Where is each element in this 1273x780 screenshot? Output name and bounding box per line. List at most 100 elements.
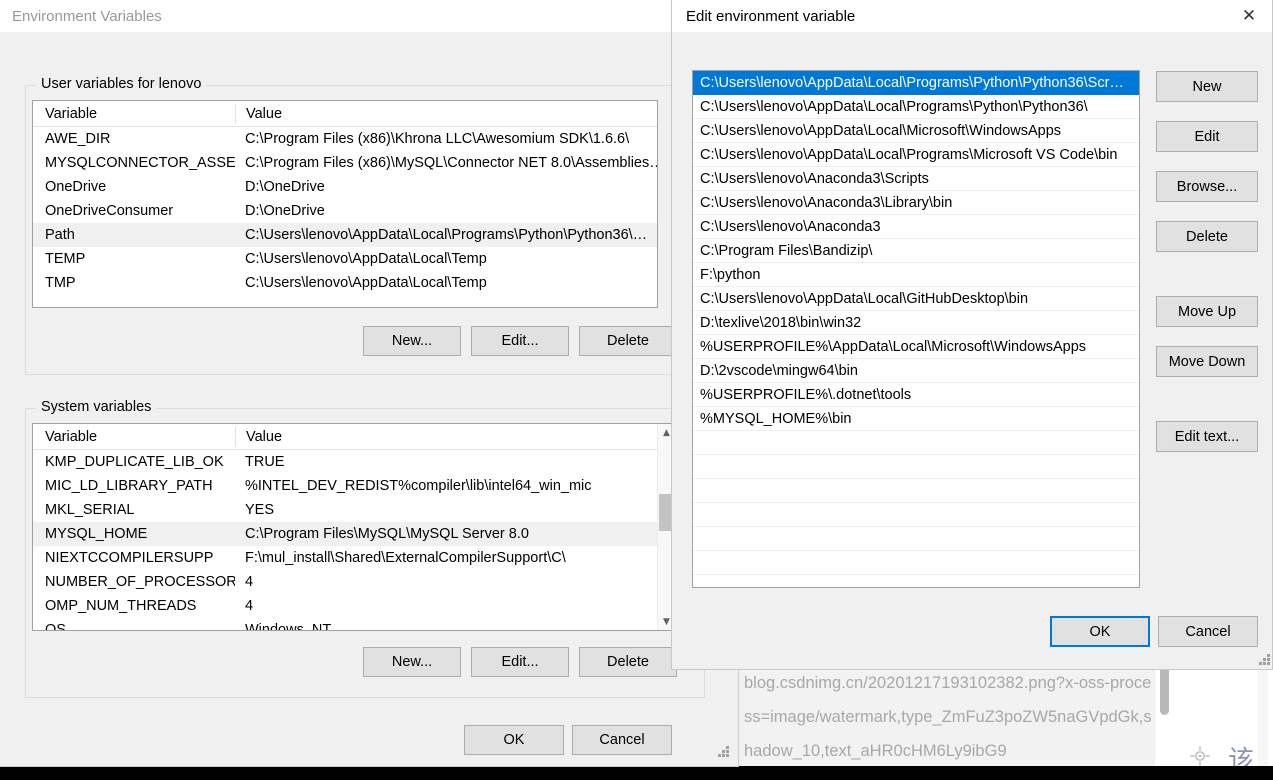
system-variables-group-label: System variables xyxy=(36,399,157,415)
cell-variable: MKL_SERIAL xyxy=(45,502,135,518)
cell-value: C:\Program Files\MySQL\MySQL Server 8.0 xyxy=(245,526,529,542)
list-item-empty[interactable] xyxy=(693,455,1139,479)
table-row[interactable]: MKL_SERIAL YES xyxy=(33,498,674,522)
user-variables-group-label: User variables for lenovo xyxy=(36,76,207,92)
list-item-empty[interactable] xyxy=(693,431,1139,455)
cell-value: Windows_NT xyxy=(245,622,332,631)
table-row[interactable]: OS Windows_NT xyxy=(33,618,674,631)
list-item[interactable]: C:\Users\lenovo\AppData\Local\Programs\P… xyxy=(693,95,1139,119)
list-item[interactable]: %MYSQL_HOME%\bin xyxy=(693,407,1139,431)
system-edit-button[interactable]: Edit... xyxy=(471,647,569,677)
cell-value: %INTEL_DEV_REDIST%compiler\lib\intel64_w… xyxy=(245,478,592,494)
cell-value: TRUE xyxy=(245,454,285,470)
system-variables-list[interactable]: Variable Value KMP_DUPLICATE_LIB_OK TRUE… xyxy=(32,423,675,631)
edit-dialog-resize-grip[interactable] xyxy=(1257,652,1271,666)
system-col-variable[interactable]: Variable xyxy=(33,429,235,445)
list-item-selected[interactable]: C:\Users\lenovo\AppData\Local\Programs\P… xyxy=(693,71,1139,95)
path-entries-list[interactable]: C:\Users\lenovo\AppData\Local\Programs\P… xyxy=(692,70,1140,588)
cell-value: C:\Program Files (x86)\MySQL\Connector N… xyxy=(245,155,657,171)
cell-value: D:\OneDrive xyxy=(245,203,325,219)
path-move-up-button[interactable]: Move Up xyxy=(1156,296,1258,327)
env-window-titlebar: Environment Variables xyxy=(0,0,738,32)
cell-value: F:\mul_install\Shared\ExternalCompilerSu… xyxy=(245,550,566,566)
edit-dialog-ok-button[interactable]: OK xyxy=(1050,616,1150,647)
edit-dialog-titlebar: Edit environment variable ✕ xyxy=(672,0,1272,32)
crosshair-icon xyxy=(1190,746,1210,766)
list-item[interactable]: C:\Users\lenovo\AppData\Local\GitHubDesk… xyxy=(693,287,1139,311)
path-delete-button[interactable]: Delete xyxy=(1156,221,1258,252)
cell-variable: NIEXTCCOMPILERSUPP xyxy=(45,550,214,566)
edit-environment-variable-dialog: Edit environment variable ✕ C:\Users\len… xyxy=(671,0,1273,670)
cell-variable: OS xyxy=(45,622,66,631)
table-row-selected[interactable]: MYSQL_HOME C:\Program Files\MySQL\MySQL … xyxy=(33,522,674,546)
table-row[interactable]: KMP_DUPLICATE_LIB_OK TRUE xyxy=(33,450,674,474)
edit-dialog-cancel-button[interactable]: Cancel xyxy=(1158,616,1258,647)
list-item[interactable]: C:\Users\lenovo\AppData\Local\Microsoft\… xyxy=(693,119,1139,143)
environment-variables-window: Environment Variables User variables for… xyxy=(0,0,739,767)
cell-variable: OMP_NUM_THREADS xyxy=(45,598,197,614)
user-col-variable[interactable]: Variable xyxy=(33,106,235,122)
cell-value: D:\OneDrive xyxy=(245,179,325,195)
table-row[interactable]: NIEXTCCOMPILERSUPP F:\mul_install\Shared… xyxy=(33,546,674,570)
system-new-button[interactable]: New... xyxy=(363,647,461,677)
system-delete-button[interactable]: Delete xyxy=(579,647,677,677)
cell-variable: NUMBER_OF_PROCESSORS xyxy=(45,574,235,590)
background-bottom-bar xyxy=(0,766,1273,780)
list-item[interactable]: C:\Users\lenovo\AppData\Local\Programs\M… xyxy=(693,143,1139,167)
list-item[interactable]: C:\Users\lenovo\Anaconda3\Library\bin xyxy=(693,191,1139,215)
cell-variable: TEMP xyxy=(45,251,86,267)
list-item[interactable]: %USERPROFILE%\AppData\Local\Microsoft\Wi… xyxy=(693,335,1139,359)
list-item-empty[interactable] xyxy=(693,527,1139,551)
path-edit-text-button[interactable]: Edit text... xyxy=(1156,421,1258,452)
system-col-value[interactable]: Value xyxy=(235,426,674,447)
cell-variable: OneDrive xyxy=(45,179,107,195)
cell-value: YES xyxy=(245,502,275,518)
user-edit-button[interactable]: Edit... xyxy=(471,326,569,356)
table-row-selected[interactable]: Path C:\Users\lenovo\AppData\Local\Progr… xyxy=(33,223,657,247)
edit-dialog-title: Edit environment variable xyxy=(686,7,856,25)
list-item[interactable]: C:\Users\lenovo\Anaconda3\Scripts xyxy=(693,167,1139,191)
table-row[interactable]: NUMBER_OF_PROCESSORS 4 xyxy=(33,570,674,594)
table-row[interactable]: MYSQLCONNECTOR_ASSE… C:\Program Files (x… xyxy=(33,151,657,175)
list-item[interactable]: C:\Users\lenovo\Anaconda3 xyxy=(693,215,1139,239)
table-row[interactable]: TMP C:\Users\lenovo\AppData\Local\Temp xyxy=(33,271,657,295)
list-item-empty[interactable] xyxy=(693,479,1139,503)
user-col-value[interactable]: Value xyxy=(235,103,657,124)
cell-value: C:\Users\lenovo\AppData\Local\Temp xyxy=(245,275,487,291)
env-resize-grip[interactable] xyxy=(716,744,730,758)
close-icon[interactable]: ✕ xyxy=(1226,0,1272,32)
path-browse-button[interactable]: Browse... xyxy=(1156,171,1258,202)
background-scrollbar-thumb[interactable] xyxy=(1160,667,1169,715)
cell-variable: KMP_DUPLICATE_LIB_OK xyxy=(45,454,224,470)
cell-variable: MIC_LD_LIBRARY_PATH xyxy=(45,478,213,494)
table-row[interactable]: OneDriveConsumer D:\OneDrive xyxy=(33,199,657,223)
user-variables-list[interactable]: Variable Value AWE_DIR C:\Program Files … xyxy=(32,100,658,308)
path-move-down-button[interactable]: Move Down xyxy=(1156,346,1258,377)
cell-variable: MYSQL_HOME xyxy=(45,526,148,542)
cell-value: C:\Program Files (x86)\Khrona LLC\Awesom… xyxy=(245,131,630,147)
system-variables-header: Variable Value xyxy=(33,424,674,450)
cell-variable: Path xyxy=(45,227,75,243)
env-cancel-button[interactable]: Cancel xyxy=(572,725,672,755)
cell-variable: AWE_DIR xyxy=(45,131,111,147)
table-row[interactable]: AWE_DIR C:\Program Files (x86)\Khrona LL… xyxy=(33,127,657,151)
list-item[interactable]: C:\Program Files\Bandizip\ xyxy=(693,239,1139,263)
user-new-button[interactable]: New... xyxy=(363,326,461,356)
path-edit-button[interactable]: Edit xyxy=(1156,121,1258,152)
table-row[interactable]: MIC_LD_LIBRARY_PATH %INTEL_DEV_REDIST%co… xyxy=(33,474,674,498)
list-item[interactable]: F:\python xyxy=(693,263,1139,287)
table-row[interactable]: OMP_NUM_THREADS 4 xyxy=(33,594,674,618)
list-item[interactable]: D:\texlive\2018\bin\win32 xyxy=(693,311,1139,335)
table-row[interactable]: TEMP C:\Users\lenovo\AppData\Local\Temp xyxy=(33,247,657,271)
env-window-title: Environment Variables xyxy=(12,7,162,25)
list-item[interactable]: D:\2vscode\mingw64\bin xyxy=(693,359,1139,383)
env-ok-button[interactable]: OK xyxy=(464,725,564,755)
path-new-button[interactable]: New xyxy=(1156,71,1258,102)
list-item-empty[interactable] xyxy=(693,503,1139,527)
user-delete-button[interactable]: Delete xyxy=(579,326,677,356)
list-item[interactable]: %USERPROFILE%\.dotnet\tools xyxy=(693,383,1139,407)
table-row[interactable]: OneDrive D:\OneDrive xyxy=(33,175,657,199)
background-code-block: blog.csdnimg.cn/20201217193102382.png?x-… xyxy=(735,660,1155,780)
list-item-empty[interactable] xyxy=(693,575,1139,587)
list-item-empty[interactable] xyxy=(693,551,1139,575)
